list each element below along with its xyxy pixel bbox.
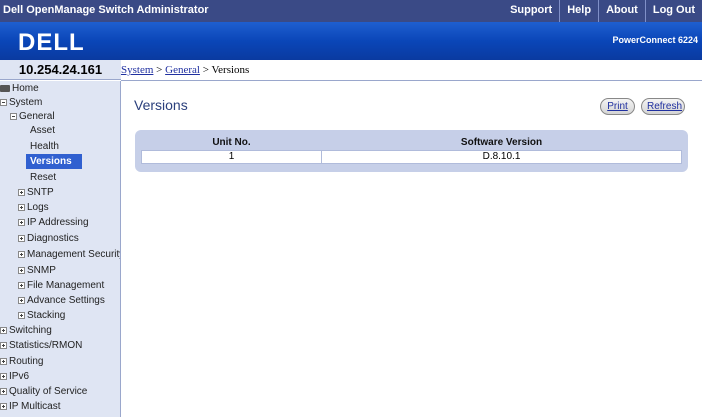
- sidebar-item-label: Versions: [30, 156, 72, 167]
- expand-icon[interactable]: [18, 267, 25, 274]
- sidebar-item-label: Logs: [27, 202, 49, 213]
- sidebar-item-system[interactable]: System: [0, 95, 42, 110]
- column-header-unit-no: Unit No.: [212, 137, 251, 149]
- expand-icon[interactable]: [0, 342, 7, 349]
- sidebar-item-label: SNMP: [27, 265, 56, 276]
- collapse-icon[interactable]: [10, 113, 17, 120]
- breadcrumb-separator: >: [199, 64, 212, 76]
- table-row: 1 D.8.10.1: [141, 149, 682, 164]
- page-title: Versions: [134, 97, 188, 113]
- table-cell-unit-no: 1: [141, 149, 322, 164]
- sidebar-item-label: IP Multicast: [9, 401, 61, 412]
- sidebar-item-label: Switching: [9, 325, 52, 336]
- sidebar-item-statistics-rmon[interactable]: Statistics/RMON: [0, 338, 82, 353]
- top-bar: Dell OpenManage Switch Administrator Sup…: [0, 0, 702, 22]
- collapse-icon[interactable]: [0, 99, 7, 106]
- top-links: Support Help About Log Out: [503, 0, 702, 22]
- sidebar-item-label: Management Security: [27, 249, 121, 260]
- sidebar-item-label: Routing: [9, 356, 44, 367]
- expand-icon[interactable]: [18, 282, 25, 289]
- sidebar-item-snmp[interactable]: SNMP: [18, 263, 56, 278]
- sidebar-item-diagnostics[interactable]: Diagnostics: [18, 231, 79, 246]
- expand-icon[interactable]: [18, 312, 25, 319]
- sidebar-item-label: IP Addressing: [27, 217, 89, 228]
- sidebar-item-advance-settings[interactable]: Advance Settings: [18, 293, 105, 308]
- expand-icon[interactable]: [18, 204, 25, 211]
- expand-icon[interactable]: [18, 297, 25, 304]
- sidebar-item-label: General: [19, 111, 55, 122]
- sidebar-item-label: Asset: [30, 125, 56, 136]
- sidebar-item-ip-addressing[interactable]: IP Addressing: [18, 215, 89, 230]
- breadcrumb: System > General > Versions: [121, 60, 702, 81]
- sidebar-item-label: Advance Settings: [27, 295, 105, 306]
- sidebar-item-label: SNTP: [27, 187, 54, 198]
- expand-icon[interactable]: [18, 219, 25, 226]
- sidebar-item-reset[interactable]: Reset: [30, 170, 56, 185]
- breadcrumb-current: Versions: [211, 64, 250, 76]
- expand-icon[interactable]: [18, 251, 25, 258]
- sidebar-item-health[interactable]: Health: [30, 139, 59, 154]
- expand-icon[interactable]: [0, 358, 7, 365]
- sidebar-item-label: Home: [12, 83, 39, 94]
- sidebar-item-label: Diagnostics: [27, 233, 79, 244]
- expand-icon[interactable]: [0, 327, 7, 334]
- product-name: PowerConnect 6224: [612, 35, 698, 45]
- sidebar-item-label: Reset: [30, 172, 57, 183]
- expand-icon[interactable]: [18, 235, 25, 242]
- sidebar-item-label: File Management: [27, 280, 105, 291]
- sidebar-item-management-security[interactable]: Management Security: [18, 247, 121, 262]
- column-header-software-version: Software Version: [460, 137, 543, 149]
- sidebar-item-versions[interactable]: Versions: [26, 154, 82, 169]
- sidebar-item-logs[interactable]: Logs: [18, 200, 49, 215]
- sidebar-tree: Home System General Asset Health Version…: [0, 81, 121, 417]
- print-button[interactable]: Print: [600, 98, 635, 115]
- breadcrumb-system[interactable]: System: [121, 64, 153, 76]
- sidebar-item-routing[interactable]: Routing: [0, 354, 43, 369]
- sidebar-item-switching[interactable]: Switching: [0, 323, 52, 338]
- sidebar-item-file-management[interactable]: File Management: [18, 278, 104, 293]
- sidebar-item-label: Health: [30, 141, 59, 152]
- sidebar-item-home[interactable]: Home: [0, 81, 39, 96]
- support-link[interactable]: Support: [503, 0, 559, 22]
- sidebar-item-label: IPv6: [9, 371, 30, 382]
- expand-icon[interactable]: [0, 388, 7, 395]
- sidebar-item-quality-of-service[interactable]: Quality of Service: [0, 384, 87, 399]
- sidebar-item-label: Quality of Service: [9, 386, 88, 397]
- sidebar-item-label: Stacking: [27, 310, 66, 321]
- sidebar-item-general[interactable]: General: [10, 109, 55, 124]
- breadcrumb-separator: >: [153, 64, 166, 76]
- ip-address: 10.254.24.161: [0, 60, 121, 80]
- sidebar-item-sntp[interactable]: SNTP: [18, 185, 54, 200]
- logout-link[interactable]: Log Out: [644, 0, 702, 22]
- sidebar-item-label: System: [9, 97, 43, 108]
- table-header-row: Unit No. Software Version: [142, 136, 682, 150]
- breadcrumb-general[interactable]: General: [165, 64, 200, 76]
- logo-text: DELL: [18, 29, 85, 55]
- about-link[interactable]: About: [598, 0, 645, 22]
- expand-icon[interactable]: [0, 373, 7, 380]
- banner: DELL PowerConnect 6224: [0, 22, 702, 60]
- sidebar-item-ip-multicast[interactable]: IP Multicast: [0, 399, 61, 414]
- folder-icon: [0, 85, 10, 92]
- help-link[interactable]: Help: [559, 0, 598, 22]
- dell-logo: DELL: [18, 29, 85, 55]
- table-cell-software-version: D.8.10.1: [321, 149, 682, 164]
- sidebar-item-label: Statistics/RMON: [9, 340, 83, 351]
- app-title: Dell OpenManage Switch Administrator: [3, 4, 209, 16]
- sidebar-item-ipv6[interactable]: IPv6: [0, 369, 29, 384]
- versions-table: Unit No. Software Version 1 D.8.10.1: [135, 130, 688, 172]
- expand-icon[interactable]: [0, 403, 7, 410]
- expand-icon[interactable]: [18, 189, 25, 196]
- sidebar-item-asset[interactable]: Asset: [30, 123, 55, 138]
- sidebar-item-stacking[interactable]: Stacking: [18, 308, 65, 323]
- refresh-button[interactable]: Refresh: [641, 98, 685, 115]
